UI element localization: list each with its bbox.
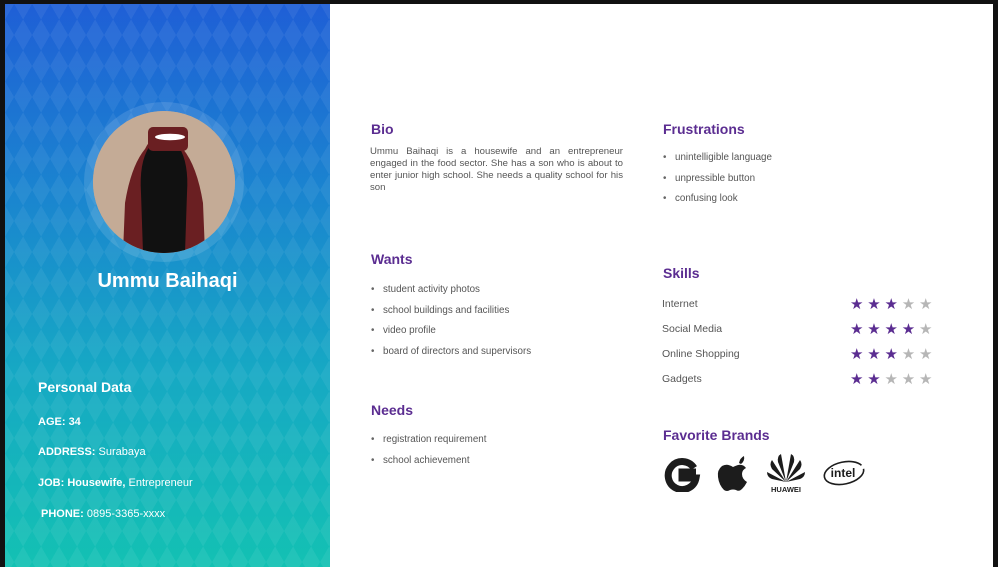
list-item: video profile — [371, 325, 531, 346]
address-row: ADDRESS: Surabaya — [38, 446, 146, 458]
phone-row: PHONE: 0895-3365-xxxx — [41, 508, 165, 520]
list-item: board of directors and supervisors — [371, 346, 531, 367]
star-empty-icon: ★ — [901, 346, 919, 363]
list-item: unintelligible language — [663, 152, 772, 173]
star-empty-icon: ★ — [919, 371, 937, 388]
huawei-icon: HUAWEI — [767, 454, 805, 494]
list-item: confusing look — [663, 193, 772, 214]
address-label: ADDRESS: — [38, 446, 96, 458]
frustrations-heading: Frustrations — [663, 121, 745, 137]
star-empty-icon: ★ — [901, 296, 919, 313]
star-rating: ★★★★★ — [850, 295, 936, 313]
job-row: JOB: Housewife, Entrepreneur — [38, 477, 193, 489]
star-empty-icon: ★ — [901, 371, 919, 388]
bio-text: Ummu Baihaqi is a housewife and an entre… — [370, 146, 623, 193]
skill-row: Online Shopping ★★★★★ — [662, 345, 962, 368]
intel-icon: intel — [823, 460, 865, 486]
skill-row: Social Media ★★★★★ — [662, 320, 962, 343]
list-item: school achievement — [371, 455, 486, 476]
star-filled-icon: ★ — [867, 371, 885, 388]
needs-list: registration requirement school achievem… — [371, 434, 486, 475]
star-filled-icon: ★ — [867, 321, 885, 338]
star-filled-icon: ★ — [850, 296, 868, 313]
google-icon — [664, 458, 701, 492]
skills-heading: Skills — [663, 265, 700, 281]
phone-label: PHONE: — [41, 508, 84, 520]
personal-data-heading: Personal Data — [38, 379, 132, 395]
star-filled-icon: ★ — [884, 321, 902, 338]
skill-label: Online Shopping — [662, 348, 740, 360]
star-filled-icon: ★ — [884, 296, 902, 313]
list-item: student activity photos — [371, 284, 531, 305]
needs-heading: Needs — [371, 402, 414, 418]
age-value: 34 — [68, 416, 81, 428]
star-rating: ★★★★★ — [850, 370, 936, 388]
star-rating: ★★★★★ — [850, 320, 936, 338]
niqab-woman-illustration — [93, 111, 235, 253]
star-filled-icon: ★ — [884, 346, 902, 363]
skill-row: Gadgets ★★★★★ — [662, 370, 962, 393]
star-filled-icon: ★ — [867, 346, 885, 363]
apple-icon — [717, 456, 747, 491]
avatar — [93, 111, 235, 253]
persona-name: Ummu Baihaqi — [97, 270, 238, 292]
profile-sidebar: Ummu Baihaqi Personal Data AGE: 34 ADDRE… — [5, 4, 330, 567]
star-empty-icon: ★ — [919, 346, 937, 363]
job-secondary: Entrepreneur — [128, 477, 193, 489]
job-label: JOB: — [38, 477, 65, 489]
star-filled-icon: ★ — [850, 371, 868, 388]
star-rating: ★★★★★ — [850, 345, 936, 363]
phone-value: 0895-3365-xxxx — [86, 508, 166, 520]
wants-heading: Wants — [371, 251, 413, 267]
star-filled-icon: ★ — [867, 296, 885, 313]
frustrations-list: unintelligible language unpressible butt… — [663, 152, 772, 214]
bio-heading: Bio — [371, 121, 394, 137]
job-primary: Housewife, — [67, 477, 126, 489]
star-empty-icon: ★ — [919, 321, 937, 338]
age-label: AGE: — [38, 416, 66, 428]
intel-wordmark: intel — [831, 466, 856, 480]
skill-row: Internet ★★★★★ — [662, 295, 962, 318]
address-value: Surabaya — [98, 446, 146, 458]
star-empty-icon: ★ — [919, 296, 937, 313]
huawei-wordmark: HUAWEI — [771, 485, 801, 494]
star-filled-icon: ★ — [850, 321, 868, 338]
skill-label: Social Media — [662, 323, 723, 335]
list-item: registration requirement — [371, 434, 486, 455]
age-row: AGE: 34 — [38, 416, 81, 428]
star-empty-icon: ★ — [884, 371, 902, 388]
brands-heading: Favorite Brands — [663, 427, 770, 443]
skill-label: Internet — [662, 298, 698, 310]
skill-label: Gadgets — [662, 373, 702, 385]
list-item: unpressible button — [663, 173, 772, 194]
list-item: school buildings and facilities — [371, 305, 531, 326]
wants-list: student activity photos school buildings… — [371, 284, 531, 366]
star-filled-icon: ★ — [850, 346, 868, 363]
star-filled-icon: ★ — [901, 321, 919, 338]
